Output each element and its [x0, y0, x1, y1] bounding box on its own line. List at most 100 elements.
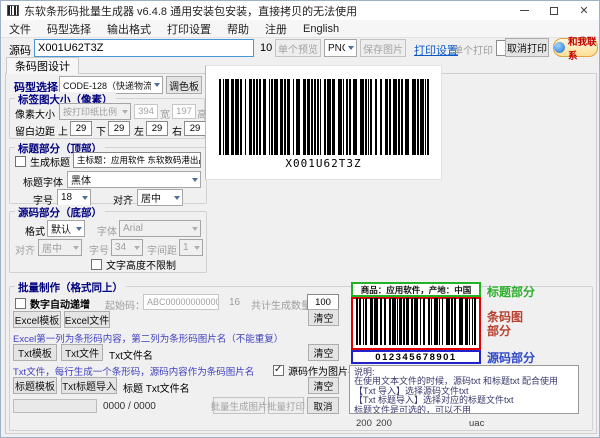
- width-unit: 宽: [160, 110, 170, 121]
- clear-excel-button[interactable]: 清空: [308, 309, 339, 326]
- chevron-down-icon: [82, 195, 88, 200]
- txt-title-import-button[interactable]: Txt标题导入: [61, 377, 117, 394]
- example-title-box: 商品：应用软件，产地：中国: [351, 282, 481, 297]
- close-icon: ✕: [579, 5, 589, 17]
- status-dim-width: 200: [356, 418, 372, 429]
- menu-register[interactable]: 注册: [265, 21, 287, 37]
- format-select[interactable]: PNG: [324, 39, 357, 57]
- source-as-name-checkbox[interactable]: 源码作为图片名: [273, 363, 358, 378]
- menu-output-format[interactable]: 输出格式: [107, 21, 151, 37]
- title-align-label: 对齐: [113, 196, 133, 207]
- cancel-button[interactable]: 取消: [307, 397, 339, 414]
- excel-template-button[interactable]: Excel模板: [13, 311, 61, 328]
- window-title: 东软条形码批量生成器 v6.4.8 通用安装包安装，直接拷贝的无法使用: [24, 5, 358, 18]
- app-window: 东软条形码批量生成器 v6.4.8 通用安装包安装，直接拷贝的无法使用 ✕ 文件…: [0, 0, 600, 438]
- title-size-select[interactable]: 18: [57, 189, 91, 206]
- excel-file-button[interactable]: Excel文件: [64, 311, 110, 328]
- source-input[interactable]: X001U62T3Z: [34, 39, 254, 57]
- pixel-mode-select[interactable]: 按打印纸比例: [59, 103, 131, 120]
- chevron-down-icon: [134, 245, 140, 250]
- width-input[interactable]: 394: [134, 104, 158, 119]
- chevron-down-icon: [154, 83, 160, 87]
- margin-bottom-input[interactable]: 29: [108, 121, 130, 136]
- menu-english[interactable]: English: [303, 23, 339, 35]
- single-preview-button[interactable]: 单个预览: [275, 39, 321, 57]
- source-font-select[interactable]: Arial: [119, 220, 201, 237]
- margin-bottom-label: 下: [96, 127, 106, 138]
- clear-txt-button[interactable]: 清空: [308, 344, 339, 361]
- source-format-select[interactable]: 默认: [47, 220, 85, 237]
- generate-title-checkbox[interactable]: 生成标题: [15, 154, 70, 169]
- title-part-tag: 标题部分: [487, 285, 536, 299]
- total-count-input[interactable]: 100: [307, 294, 339, 310]
- instructions-box: 说明: 在使用文本文件的时候，源码txt 和标题txt 配合使用 【Txt 导入…: [349, 365, 579, 414]
- source-part-tag: 源码部分: [487, 351, 536, 365]
- title-template-button[interactable]: 标题模板: [13, 377, 57, 394]
- chevron-down-icon: [76, 226, 82, 231]
- status-dim-height: 200: [376, 418, 392, 429]
- cancel-print-button[interactable]: 取消打印: [505, 38, 549, 57]
- menu-code-type[interactable]: 码型选择: [47, 21, 91, 37]
- example-code-box: 012345678901: [351, 350, 481, 364]
- barcode-part-tag-line2: 部分: [487, 324, 512, 338]
- margin-right-input[interactable]: 29: [184, 121, 206, 136]
- app-icon: [7, 5, 19, 16]
- char-count: 10: [260, 42, 273, 54]
- title-align-select[interactable]: 居中: [137, 189, 183, 206]
- txt-file-button[interactable]: Txt文件: [61, 344, 103, 361]
- menu-help[interactable]: 帮助: [227, 21, 249, 37]
- example-barcode-box: [351, 297, 481, 350]
- source-label: 源码: [9, 45, 31, 57]
- palette-button[interactable]: 调色板: [166, 76, 202, 94]
- menu-bar: 文件 码型选择 输出格式 打印设置 帮助 注册 English: [1, 20, 599, 38]
- pixel-size-label: 像素大小: [15, 110, 55, 121]
- chevron-down-icon: [192, 226, 198, 231]
- batch-generate-button[interactable]: 批量生成图片: [211, 397, 268, 414]
- barcode-preview-canvas: X001U62T3Z: [205, 65, 442, 180]
- start-code-input[interactable]: ABC0000000000001: [143, 294, 219, 310]
- chevron-down-icon: [174, 195, 180, 200]
- minimize-icon: [519, 10, 529, 11]
- progress-bar: [13, 399, 97, 413]
- tab-barcode-design[interactable]: 条码图设计: [6, 57, 79, 74]
- source-font-label: 字体: [97, 227, 117, 238]
- single-print-label: 单个打印: [453, 46, 493, 57]
- globe-icon: [554, 42, 565, 53]
- source-size-select[interactable]: 34: [111, 239, 143, 256]
- char-spacing-select[interactable]: 1: [179, 239, 203, 256]
- start-code-length: 16: [229, 297, 241, 308]
- height-input[interactable]: 197: [172, 104, 196, 119]
- save-image-button[interactable]: 保存图片: [360, 39, 406, 57]
- checkbox-icon: [15, 156, 26, 167]
- clear-title-button[interactable]: 清空: [308, 377, 339, 394]
- title-font-label: 标题字体: [23, 178, 63, 189]
- chevron-down-icon: [73, 245, 79, 250]
- maximize-button[interactable]: [539, 1, 569, 20]
- barcode-human-text: X001U62T3Z: [285, 157, 362, 170]
- menu-print-settings[interactable]: 打印设置: [167, 21, 211, 37]
- batch-print-button[interactable]: 批量打印: [267, 397, 305, 414]
- txt-template-button[interactable]: Txt模板: [13, 344, 57, 361]
- margin-left-input[interactable]: 29: [146, 121, 168, 136]
- chevron-down-icon: [192, 177, 198, 182]
- title-font-select[interactable]: 黑体: [67, 171, 201, 188]
- txt-hint: Txt文件，每行生成一个条形码，源码内容作为条码图片名: [13, 367, 255, 378]
- status-note: uac: [469, 418, 485, 429]
- margin-top-input[interactable]: 29: [70, 121, 92, 136]
- contact-button[interactable]: 和我联系: [553, 37, 598, 62]
- source-align-select[interactable]: 居中: [38, 239, 82, 256]
- auto-increment-checkbox[interactable]: 数字自动递增: [15, 296, 90, 311]
- checkbox-checked-icon: [273, 364, 284, 376]
- checkbox-icon: [15, 298, 26, 309]
- source-align-label: 对齐: [15, 246, 35, 257]
- print-settings-link[interactable]: 打印设置: [414, 42, 458, 58]
- close-button[interactable]: ✕: [569, 1, 599, 20]
- menu-file[interactable]: 文件: [9, 21, 31, 37]
- title-bar: 东软条形码批量生成器 v6.4.8 通用安装包安装，直接拷贝的无法使用 ✕: [1, 1, 599, 20]
- minimize-button[interactable]: [509, 1, 539, 20]
- chevron-down-icon: [194, 245, 200, 250]
- txt-filename-label: Txt文件名: [109, 351, 153, 362]
- main-title-input[interactable]: 主标题：应用软件 东软数码港出品: [73, 152, 201, 168]
- unlimited-height-checkbox[interactable]: 文字高度不限制: [91, 257, 176, 272]
- total-count-label: 共计生成数量: [251, 301, 311, 312]
